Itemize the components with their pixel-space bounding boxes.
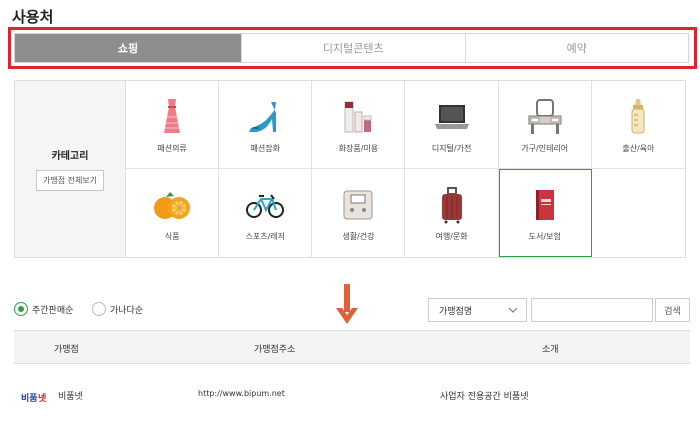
search-type-select[interactable]: 가맹점명 (428, 298, 527, 322)
category-sports[interactable]: 스포츠/레저 (219, 169, 313, 257)
bicycle-icon (245, 185, 285, 225)
category-title: 카테고리 (51, 151, 89, 162)
category-books[interactable]: 도서/보험 (498, 169, 592, 257)
oranges-icon (152, 185, 192, 225)
merchant-url[interactable]: http://www.bipum.net (198, 389, 285, 398)
sort-weekly-radio[interactable]: 주간판매순 (14, 302, 73, 316)
search-button[interactable]: 검색 (655, 298, 690, 322)
search-type-value: 가맹점명 (439, 306, 473, 317)
scale-icon (338, 185, 378, 225)
cosmetics-icon (338, 97, 378, 137)
category-fashion-goods[interactable]: 패션잡화 (219, 81, 313, 169)
category-label: 식품 (164, 232, 180, 241)
category-label: 여행/문화 (435, 232, 468, 241)
category-label: 스포츠/레저 (245, 232, 285, 241)
suitcase-icon (432, 185, 472, 225)
category-label: 패션의류 (157, 144, 187, 153)
high-heel-icon (245, 97, 285, 137)
category-label: 화장품/미용 (338, 144, 379, 153)
tab-shopping[interactable]: 쇼핑 (15, 34, 241, 62)
category-empty-cell (592, 169, 685, 257)
merchant-intro: 사업자 전용공간 비품넷 (440, 392, 529, 402)
category-travel[interactable]: 여행/문화 (405, 169, 499, 257)
search-input[interactable] (531, 298, 653, 322)
laptop-icon (432, 97, 472, 137)
view-all-merchants-button[interactable]: 가맹점 전체보기 (35, 170, 105, 191)
svg-text:비품: 비품 (21, 392, 38, 404)
sort-alpha-label: 가나다순 (110, 305, 144, 316)
radio-dot (92, 302, 106, 316)
category-label: 패션잡화 (250, 144, 280, 153)
svg-text:넷: 넷 (38, 392, 47, 404)
vanity-table-icon (525, 97, 565, 137)
section-title: 사용처 (12, 8, 54, 26)
category-label: 가구/인테리어 (521, 144, 569, 153)
list-controls: 주간판매순 가나다순 가맹점명 검색 (14, 297, 690, 323)
category-digital[interactable]: 디지털/가전 (405, 81, 499, 169)
category-sidebar: 카테고리 가맹점 전체보기 (15, 81, 126, 257)
category-furniture[interactable]: 가구/인테리어 (498, 81, 592, 169)
category-label: 생활/건강 (342, 232, 375, 241)
merchant-name: 비품넷 (58, 392, 83, 402)
category-food[interactable]: 식품 (126, 169, 220, 257)
sort-weekly-label: 주간판매순 (32, 305, 74, 316)
category-label: 도서/보험 (528, 232, 561, 241)
table-header: 가맹점 가맹점주소 소개 (14, 330, 690, 364)
table-row[interactable]: 비품 넷 비품넷 http://www.bipum.net 사업자 전용공간 비… (14, 372, 690, 417)
column-header-merchant: 가맹점 (54, 345, 79, 355)
column-header-intro: 소개 (542, 345, 559, 355)
tab-reservation[interactable]: 예약 (464, 34, 688, 62)
baby-bottle-icon (618, 97, 658, 137)
category-baby[interactable]: 출산/육아 (591, 81, 685, 169)
category-fashion-clothing[interactable]: 패션의류 (126, 81, 220, 169)
category-label: 출산/육아 (622, 144, 655, 153)
radio-dot (14, 302, 28, 316)
category-panel: 카테고리 가맹점 전체보기 패션의류 패션잡화 화장품/미용 디지털/가전 가구… (14, 80, 686, 258)
bipumnet-logo: 비품 넷 (20, 388, 50, 404)
column-header-address: 가맹점주소 (254, 345, 296, 355)
tab-digital-content[interactable]: 디지털콘텐츠 (241, 34, 465, 62)
chevron-down-icon (508, 307, 518, 313)
category-grid: 패션의류 패션잡화 화장품/미용 디지털/가전 가구/인테리어 출산/육아 식품… (126, 81, 685, 257)
category-label: 디지털/가전 (431, 144, 472, 153)
category-living[interactable]: 생활/건강 (312, 169, 406, 257)
sort-alpha-radio[interactable]: 가나다순 (92, 302, 143, 316)
tab-bar: 쇼핑 디지털콘텐츠 예약 (14, 33, 689, 63)
category-cosmetics[interactable]: 화장품/미용 (312, 81, 406, 169)
dress-icon (152, 97, 192, 137)
book-icon (525, 185, 565, 225)
